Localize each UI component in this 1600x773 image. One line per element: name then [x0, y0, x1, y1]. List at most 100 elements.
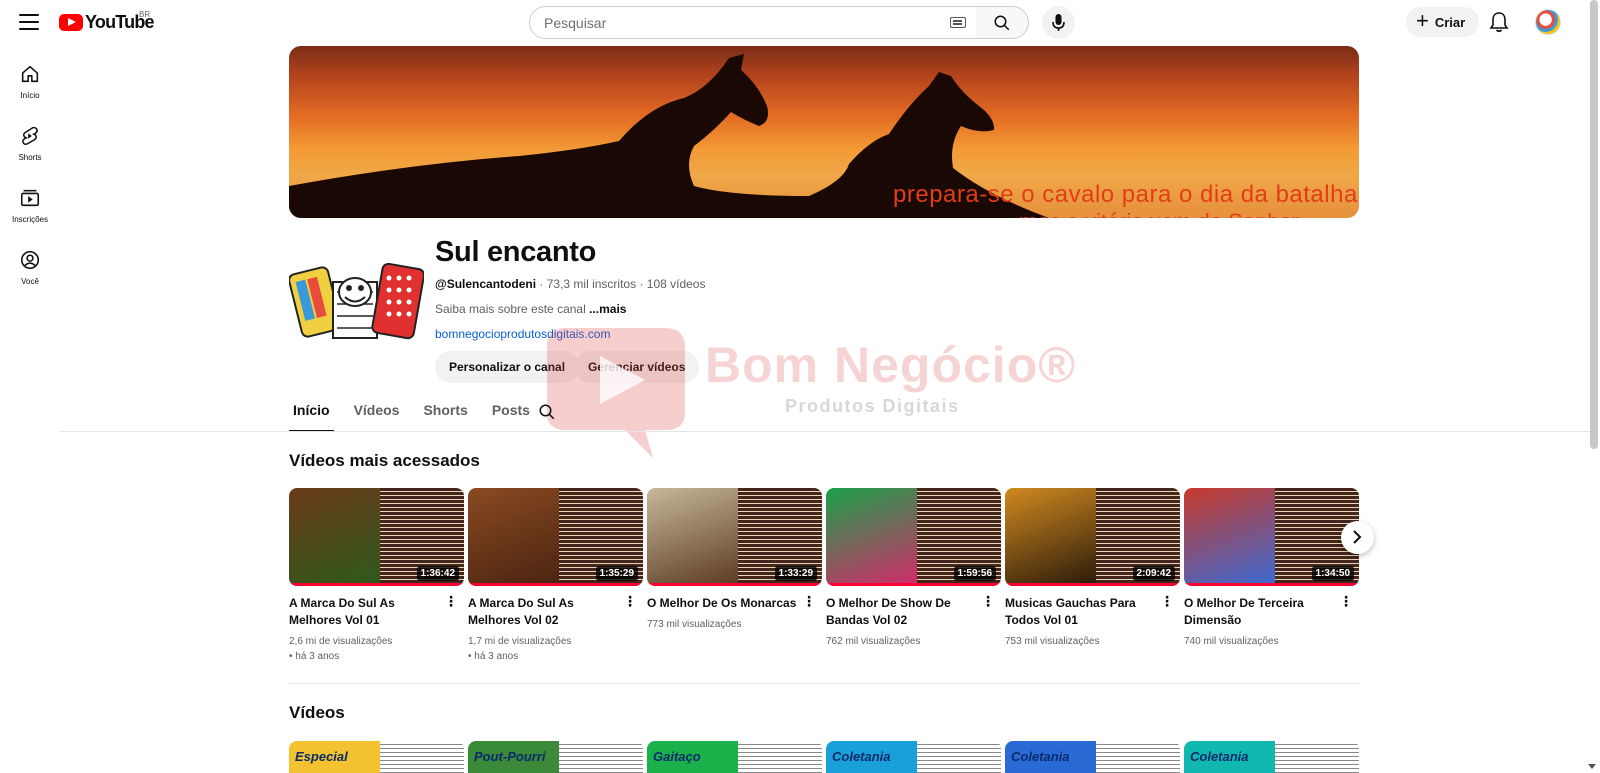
video-thumbnail[interactable]: 1:33:29 — [647, 488, 822, 586]
video-stats: 773 mil visualizações — [647, 619, 742, 630]
search-input[interactable] — [544, 14, 924, 31]
more-options-icon[interactable]: ⋮ — [802, 594, 816, 608]
channel-banner: prepara-se o cavalo para o dia da batalh… — [289, 46, 1359, 218]
watch-progress — [1005, 583, 1180, 586]
tab-home[interactable]: Início — [289, 396, 334, 432]
subscriber-count: · 73,3 mil inscritos — [539, 277, 637, 291]
video-title[interactable]: Musicas Gauchas Para Todos Vol 01 — [1005, 595, 1155, 629]
video-card[interactable]: 1:36:42 A Marca Do Sul As Melhores Vol 0… — [289, 488, 464, 664]
video-stats: 753 mil visualizações — [1005, 636, 1100, 647]
video-title[interactable]: O Melhor De Terceira Dimensão — [1184, 595, 1334, 629]
section-divider — [289, 683, 1359, 684]
video-duration: 1:34:50 — [1311, 566, 1354, 581]
top-bar: YouTube BR + Criar — [0, 0, 1600, 44]
more-link[interactable]: ...mais — [589, 302, 626, 316]
video-thumbnail[interactable]: Coletania — [1184, 741, 1359, 773]
chevron-right-icon — [1353, 530, 1362, 544]
video-thumbnail[interactable]: Coletania — [1005, 741, 1180, 773]
search-button[interactable] — [976, 6, 1029, 39]
video-duration: 2:09:42 — [1132, 566, 1175, 581]
channel-search-icon[interactable] — [538, 403, 556, 421]
video-card[interactable]: 1:59:56 O Melhor De Show De Bandas Vol 0… — [826, 488, 1001, 649]
video-count: · 108 vídeos — [639, 277, 706, 291]
thumb-cover — [468, 488, 559, 586]
carousel-next-button[interactable] — [1341, 521, 1374, 554]
menu-icon[interactable] — [16, 10, 42, 34]
shorts-icon — [22, 126, 38, 145]
channel-meta: @Sulencantodeni · 73,3 mil inscritos · 1… — [435, 277, 705, 291]
tab-posts[interactable]: Posts — [488, 396, 534, 432]
home-icon — [21, 65, 39, 83]
watermark-title: Bom Negócio® — [705, 337, 1077, 393]
video-thumbnail[interactable]: Especial — [289, 741, 464, 773]
you-icon — [20, 250, 40, 270]
video-card[interactable]: 2:09:42 Musicas Gauchas Para Todos Vol 0… — [1005, 488, 1180, 649]
search-box — [529, 6, 977, 39]
bell-icon[interactable] — [1489, 11, 1509, 33]
more-options-icon[interactable]: ⋮ — [981, 594, 995, 608]
watch-progress — [468, 583, 643, 586]
watch-progress — [647, 583, 822, 586]
video-duration: 1:33:29 — [774, 566, 817, 581]
sidebar-item-shorts[interactable]: Shorts — [0, 117, 60, 179]
sidebar-item-home[interactable]: Início — [0, 55, 60, 117]
thumb-cover — [647, 488, 738, 586]
watermark-overlay: Bom Negócio® Produtos Digitais — [545, 318, 1075, 463]
more-options-icon[interactable]: ⋮ — [1339, 594, 1353, 608]
manage-videos-button[interactable]: Gerenciar vídeos — [574, 351, 700, 383]
thumb-tracklist — [1096, 741, 1180, 773]
thumb-cover — [1005, 488, 1096, 586]
keyboard-icon[interactable] — [950, 17, 966, 28]
video-title[interactable]: O Melhor De Os Monarcas — [647, 595, 797, 612]
account-avatar[interactable] — [1535, 9, 1561, 35]
popular-videos-row: 1:36:42 A Marca Do Sul As Melhores Vol 0… — [289, 488, 1369, 668]
customize-channel-button[interactable]: Personalizar o canal — [435, 351, 580, 383]
video-thumbnail[interactable]: 2:09:42 — [1005, 488, 1180, 586]
video-title[interactable]: O Melhor De Show De Bandas Vol 02 — [826, 595, 976, 629]
section-title-popular: Vídeos mais acessados — [289, 451, 480, 470]
channel-about[interactable]: Saiba mais sobre este canal ...mais — [435, 302, 626, 316]
watch-progress — [826, 583, 1001, 586]
recent-videos-row: Especial Pout-Pourri Gaitaço Coletania C… — [289, 741, 1369, 773]
video-card[interactable]: 1:34:50 O Melhor De Terceira Dimensão ⋮ … — [1184, 488, 1359, 649]
sidebar-item-subscriptions[interactable]: Inscrições — [0, 179, 60, 241]
video-thumbnail[interactable]: Pout-Pourri — [468, 741, 643, 773]
video-thumbnail[interactable]: 1:36:42 — [289, 488, 464, 586]
video-card[interactable]: 1:35:29 A Marca Do Sul As Melhores Vol 0… — [468, 488, 643, 664]
video-stats: 2,6 mi de visualizações • há 3 anos — [289, 636, 393, 662]
tab-videos[interactable]: Vídeos — [350, 396, 404, 432]
more-options-icon[interactable]: ⋮ — [444, 594, 458, 608]
watermark-subtitle: Produtos Digitais — [785, 396, 960, 416]
side-nav: Início Shorts Inscrições Você — [0, 55, 60, 303]
page-scrollbar[interactable] — [1590, 0, 1598, 449]
video-thumbnail[interactable]: 1:34:50 — [1184, 488, 1359, 586]
more-options-icon[interactable]: ⋮ — [623, 594, 637, 608]
microphone-icon — [1052, 14, 1065, 31]
video-thumbnail[interactable]: Coletania — [826, 741, 1001, 773]
channel-link[interactable]: bomnegocioprodutosdigitais.com — [435, 327, 610, 341]
video-title[interactable]: A Marca Do Sul As Melhores Vol 01 — [289, 595, 439, 629]
more-options-icon[interactable]: ⋮ — [1160, 594, 1174, 608]
voice-search-button[interactable] — [1042, 6, 1075, 39]
youtube-play-icon — [59, 14, 83, 31]
banner-text: prepara-se o cavalo para o dia da batalh… — [893, 181, 1359, 208]
watch-progress — [1184, 583, 1359, 586]
video-thumbnail[interactable]: Gaitaço — [647, 741, 822, 773]
video-stats: 740 mil visualizações — [1184, 636, 1279, 647]
sidebar-item-you[interactable]: Você — [0, 241, 60, 303]
channel-name: Sul encanto — [435, 236, 597, 268]
channel-tabs: Início Vídeos Shorts Posts — [289, 396, 550, 432]
video-title[interactable]: A Marca Do Sul As Melhores Vol 02 — [468, 595, 618, 629]
video-thumbnail[interactable]: 1:35:29 — [468, 488, 643, 586]
watch-progress — [289, 583, 464, 586]
thumb-cover — [1184, 488, 1275, 586]
video-thumbnail[interactable]: 1:59:56 — [826, 488, 1001, 586]
thumb-tracklist — [380, 741, 464, 773]
scroll-down-arrow-icon[interactable] — [1588, 764, 1596, 769]
create-button[interactable]: + Criar — [1406, 7, 1480, 37]
tab-shorts[interactable]: Shorts — [419, 396, 471, 432]
channel-avatar[interactable] — [289, 252, 424, 352]
plus-icon: + — [1416, 8, 1429, 33]
video-card[interactable]: 1:33:29 O Melhor De Os Monarcas ⋮ 773 mi… — [647, 488, 822, 632]
thumb-tracklist — [738, 741, 822, 773]
